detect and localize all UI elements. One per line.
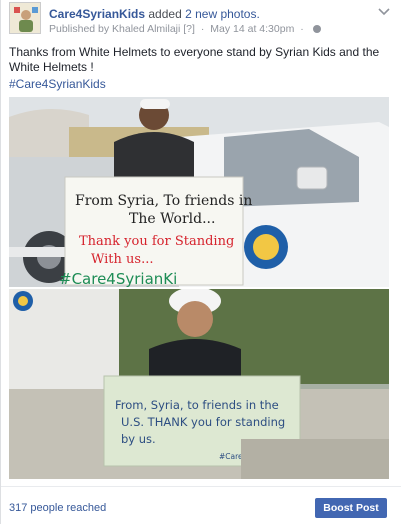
published-by: Published by Khaled Almilaji [?] (49, 23, 195, 35)
post-title: Care4SyrianKids added 2 new photos. (49, 7, 260, 21)
page-name-link[interactable]: Care4SyrianKids (49, 7, 145, 21)
meta-separator: · (300, 23, 304, 35)
action-text: added (145, 7, 186, 21)
post-meta: Published by Khaled Almilaji [?] · May 1… (49, 23, 321, 35)
post-photo-2[interactable]: From, Syria, to friends in the U.S. THAN… (9, 289, 389, 479)
page-avatar[interactable] (9, 2, 41, 34)
meta-separator: · (200, 23, 205, 35)
photo-2-sign-line-1: From, Syria, to friends in the (115, 398, 279, 412)
avatar-image (10, 3, 40, 33)
photo-1-image: From Syria, To friends in The World... T… (9, 97, 389, 287)
photo-1-sign-line-3: Thank you for Standing (79, 234, 234, 249)
photos-link[interactable]: 2 new photos. (185, 7, 260, 21)
post-timestamp[interactable]: May 14 at 4:30pm (210, 23, 294, 35)
photo-2-image: From, Syria, to friends in the U.S. THAN… (9, 289, 389, 479)
photo-1-sign-line-2: The World... (129, 211, 215, 227)
hashtag-link[interactable]: #Care4SyrianKids (9, 77, 106, 91)
photo-2-sign-line-2: U.S. THANK you for standing (121, 415, 285, 429)
globe-icon[interactable] (312, 25, 321, 33)
boost-post-button[interactable]: Boost Post (315, 498, 387, 518)
chevron-down-icon[interactable] (377, 7, 391, 17)
post-header: Care4SyrianKids added 2 new photos. Publ… (1, 0, 401, 42)
reach-count-link[interactable]: 317 people reached (9, 502, 106, 514)
post-photo-1[interactable]: From Syria, To friends in The World... T… (9, 97, 389, 287)
photo-1-sign-line-5: #Care4SyrianKi (59, 270, 177, 287)
footer-divider (1, 486, 401, 487)
photo-1-sign-line-4: With us... (91, 252, 153, 267)
photo-1-sign-line-1: From Syria, To friends in (75, 193, 252, 209)
post-message: Thanks from White Helmets to everyone st… (9, 45, 380, 74)
feed-post: Care4SyrianKids added 2 new photos. Publ… (0, 0, 401, 524)
photo-2-sign-line-3: by us. (121, 432, 156, 446)
